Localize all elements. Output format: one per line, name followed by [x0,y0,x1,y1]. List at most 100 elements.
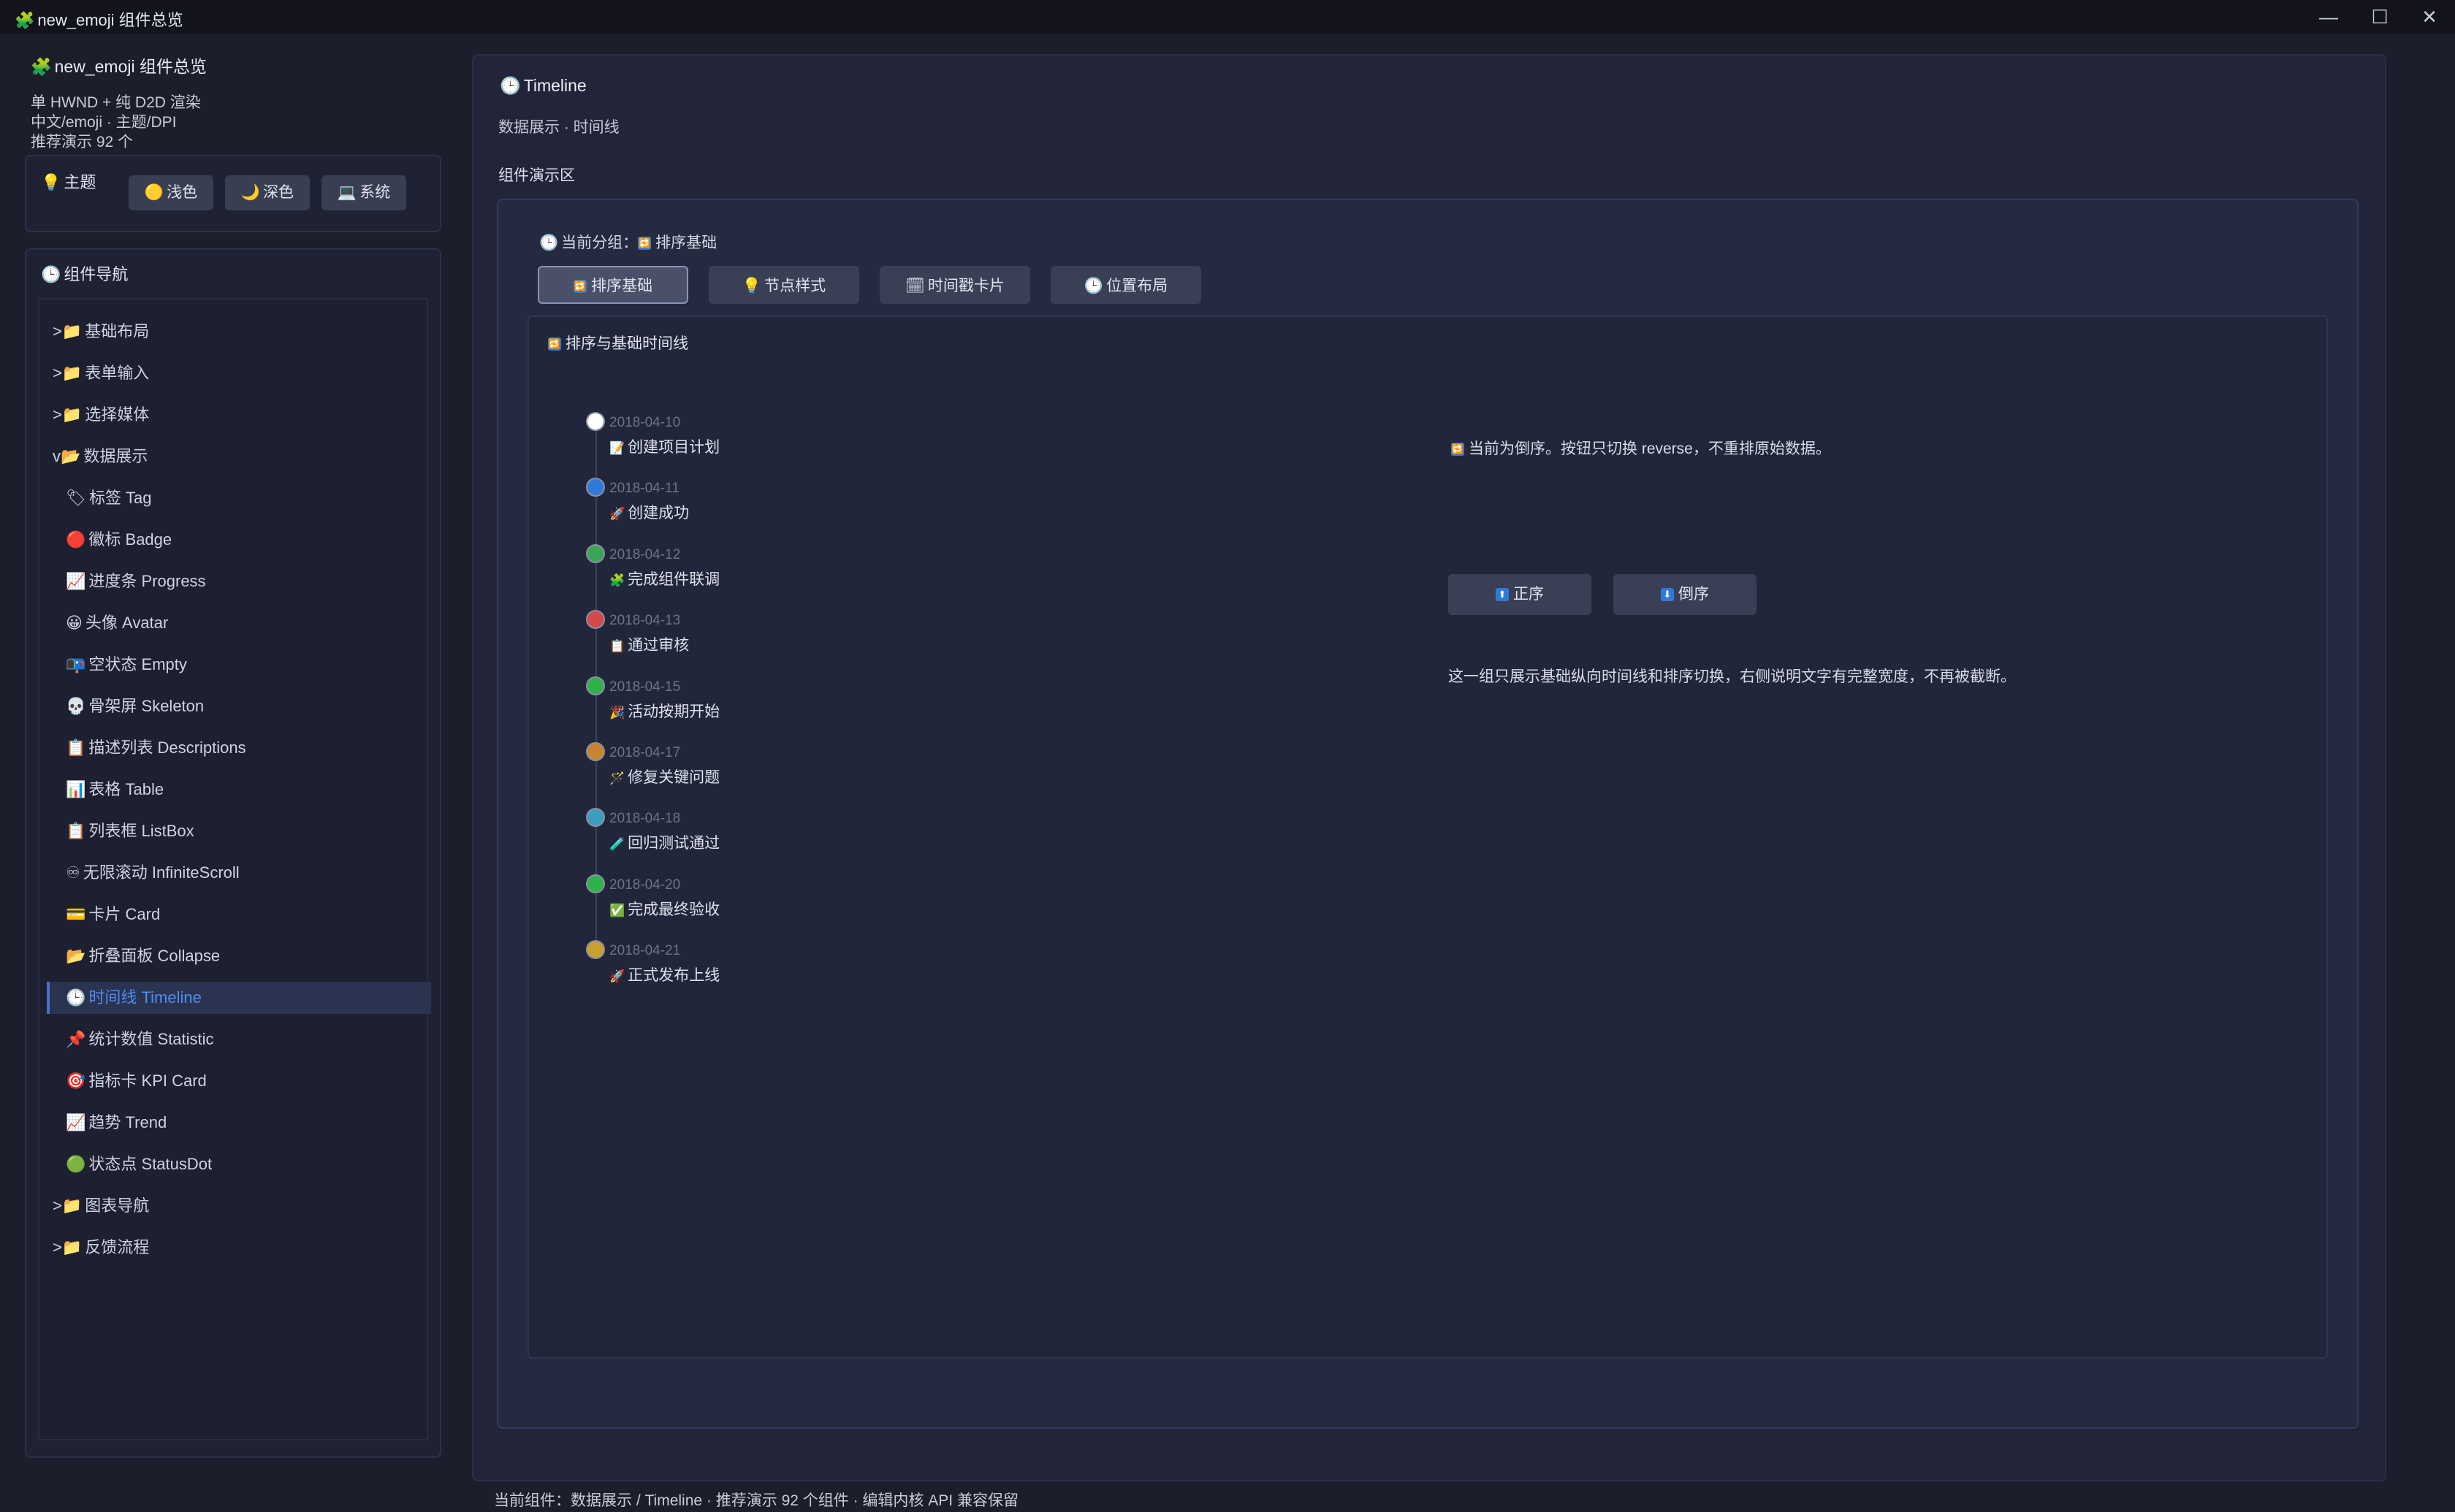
ascending-button[interactable]: ⬆ 正序 [1448,574,1591,615]
sidebar-item[interactable]: >📁 反馈流程 [53,1232,418,1264]
close-button[interactable]: ✕ [2404,0,2455,34]
nav-label: 🕒 组件导航 [41,261,128,285]
maximize-button[interactable]: ☐ [2354,0,2405,34]
sidebar-item[interactable]: >📁 图表导航 [53,1190,418,1222]
sidebar-item[interactable]: 📈 进度条 Progress [66,565,431,597]
calendar-icon: 🗓 [905,278,925,294]
timeline-item: 🧪 回归测试通过 [609,831,720,853]
sidebar-item[interactable]: ♾ 无限滚动 InfiniteScroll [66,857,431,889]
sidebar-item-label: 列表框 ListBox [88,822,194,840]
sidebar-item[interactable]: 😀 头像 Avatar [66,607,431,639]
sidebar-item-label: 头像 Avatar [85,614,169,632]
sidebar-item[interactable]: >📁 基础布局 [53,316,418,348]
sidebar-item-label: 指标卡 KPI Card [88,1072,207,1090]
sidebar-item-label: 表格 Table [88,780,164,798]
sidebar-item[interactable]: 📭 空状态 Empty [66,649,431,681]
section-title: 🔁 排序与基础时间线 [548,332,688,354]
theme-system-button[interactable]: 💻 系统 [321,175,406,210]
timeline-item-icon: 🧩 [609,573,625,587]
sidebar-item[interactable]: 🕒 时间线 Timeline [47,982,431,1014]
timeline-node-icon [586,742,605,761]
tab-position-layout[interactable]: 🕒 位置布局 [1051,266,1201,304]
order-note: 🔁 当前为倒序。按钮只切换 reverse，不重排原始数据。 [1451,437,1831,459]
bulb-icon: 💡 [41,173,61,191]
sidebar-item-label: 选择媒体 [85,405,150,424]
tab-timestamp-card[interactable]: 🗓 时间戳卡片 [880,266,1030,304]
sidebar-item-label: 描述列表 Descriptions [88,738,246,757]
sidebar-item-label: 统计数值 Statistic [88,1030,214,1048]
timeline-item-text: 修复关键问题 [628,769,720,786]
sidebar-item[interactable]: >📁 选择媒体 [53,399,418,431]
collapsed-arrow-icon: > [53,322,62,340]
current-group-value: 排序基础 [655,234,718,251]
timeline-date: 2018-04-11 [609,481,680,497]
nav-item-icon: 📁 [61,322,83,340]
sidebar-item[interactable]: 📋 列表框 ListBox [66,815,431,847]
timeline-item-text: 创建项目计划 [628,439,720,456]
sidebar-item-label: 基础布局 [85,322,150,340]
section-title-text: 排序与基础时间线 [566,335,688,352]
demo-label: 组件演示区 [498,167,575,184]
timeline-date: 2018-04-15 [609,679,681,695]
nav-item-icon: 📊 [66,780,86,798]
section-box [528,316,2328,1359]
nav-item-icon: 🏷 [66,489,86,507]
nav-item-icon: 📁 [61,364,83,382]
repeat-icon: 🔁 [638,237,652,251]
nav-tree[interactable]: >📁 基础布局 >📁 表单输入 >📁 选择媒体 v📂 数据展示 🏷 标签 Tag 🔴 徽标 Badge… [38,298,431,1440]
sidebar-item[interactable]: 💳 卡片 Card [66,898,431,931]
sidebar-item[interactable]: 📌 统计数值 Statistic [66,1023,431,1055]
nav-item-icon: 📁 [61,1196,83,1215]
info-line-3: 推荐演示 92 个 [31,134,134,150]
nav-item-icon: 🕒 [66,988,86,1007]
nav-item-icon: ♾ [66,863,80,882]
timeline-connector [595,827,597,874]
theme-label-text: 主题 [64,173,96,191]
sidebar-item[interactable]: 📂 折叠面板 Collapse [66,940,431,972]
sidebar-item[interactable]: 🟢 状态点 StatusDot [66,1148,431,1180]
sidebar-item-label: 图表导航 [85,1196,150,1215]
sidebar-item[interactable]: 🎯 指标卡 KPI Card [66,1065,431,1097]
timeline-connector [595,761,597,809]
theme-dark-label: 深色 [263,184,294,201]
sidebar-item[interactable]: 💀 骨架屏 Skeleton [66,690,431,722]
tab-sort-basic-label: 排序基础 [591,278,652,294]
sidebar-item[interactable]: 📋 描述列表 Descriptions [66,732,431,764]
minimize-button[interactable]: — [2303,0,2354,34]
nav-item-icon: 🎯 [66,1072,86,1090]
timeline-connector [595,431,597,478]
current-group-prefix: 当前分组： [561,234,639,251]
theme-system-label: 系统 [359,184,391,201]
timeline-item: 🚀 创建成功 [609,501,689,523]
clock-icon: 🕒 [41,265,61,283]
laptop-icon: 💻 [337,184,357,201]
puzzle-icon: 🧩 [15,11,35,29]
timeline-item-text: 创建成功 [628,505,690,522]
timeline-item: 🧩 完成组件联调 [609,568,720,589]
timeline-date: 2018-04-18 [609,811,681,827]
tab-sort-basic[interactable]: 🔁 排序基础 [538,266,688,304]
sidebar-item[interactable]: v📂 数据展示 [53,440,418,473]
light-icon: 🟡 [144,184,164,201]
clock-icon: 🕒 [500,76,521,95]
current-group: 🕒 当前分组：🔁 排序基础 [539,231,717,253]
nav-item-icon: 📂 [66,947,86,965]
sidebar-item[interactable]: 📈 趋势 Trend [66,1107,431,1139]
theme-light-button[interactable]: 🟡 浅色 [129,175,213,210]
status-bar: 当前组件：数据展示 / Timeline · 推荐演示 92 个组件 · 编辑内… [494,1492,1019,1509]
sidebar-item-label: 状态点 StatusDot [88,1155,213,1173]
timeline-item: 🚀 正式发布上线 [609,963,720,985]
timeline-item-icon: 📋 [609,639,625,654]
sidebar-item-label: 标签 Tag [88,489,152,507]
sidebar-item[interactable]: >📁 表单输入 [53,357,418,389]
sidebar-item[interactable]: 🏷 标签 Tag [66,482,431,514]
sidebar-item[interactable]: 🔴 徽标 Badge [66,524,431,556]
tab-node-style[interactable]: 💡 节点样式 [709,266,859,304]
sidebar-item-label: 趋势 Trend [88,1113,167,1131]
sidebar-item[interactable]: 📊 表格 Table [66,774,431,806]
descending-button[interactable]: ⬇ 倒序 [1613,574,1756,615]
timeline-date: 2018-04-17 [609,745,681,760]
theme-dark-button[interactable]: 🌙 深色 [225,175,310,210]
sidebar-item-label: 表单输入 [85,364,150,382]
ascending-label: 正序 [1513,586,1544,603]
